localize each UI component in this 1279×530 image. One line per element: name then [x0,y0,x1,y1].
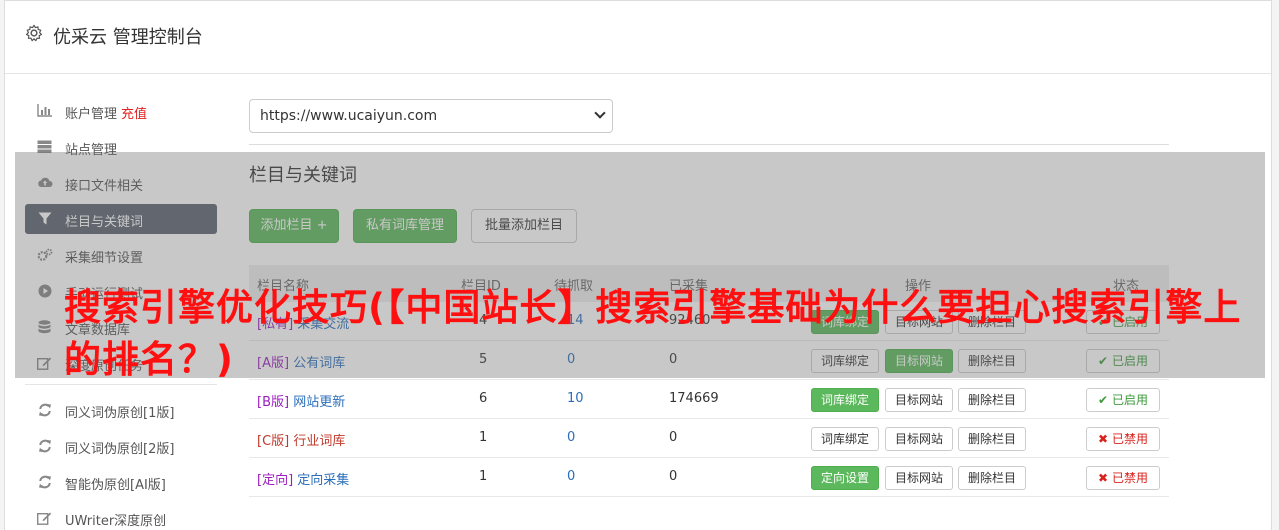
sidebar-item-label: UWriter深度原创 [65,514,167,529]
target-site-button[interactable]: 目标网站 [885,427,954,451]
table-row: [C版] 行业词库 1 0 0 词库绑定 目标网站 删除栏目 ✖ 已禁用 [249,419,1169,458]
delete-column-button[interactable]: 删除栏目 [958,427,1027,451]
pending-count[interactable]: 0 [567,469,575,484]
sidebar-item-label: 账户管理 [65,107,118,122]
site-select[interactable]: https://www.ucaiyun.com [249,99,613,133]
table-row: [定向] 定向采集 1 0 0 定向设置 目标网站 删除栏目 ✖ 已禁用 [249,458,1169,497]
status-toggle[interactable]: ✔ 已启用 [1086,388,1160,412]
column-id: 6 [479,391,488,406]
column-name-cell[interactable]: [B版] 网站更新 [257,391,345,410]
target-site-button[interactable]: 目标网站 [885,388,954,412]
column-id: 1 [479,469,488,484]
panel-header: 优采云 管理控制台 [5,1,1271,74]
pending-count[interactable]: 10 [567,391,584,406]
status-toggle[interactable]: ✖ 已禁用 [1086,427,1160,451]
status-label: 已禁用 [1111,471,1148,485]
check-icon: ✔ [1098,393,1109,407]
chevron-down-icon [594,107,606,119]
column-name-cell[interactable]: [定向] 定向采集 [257,469,349,488]
sidebar-item-synonym-v1[interactable]: 同义词伪原创[1版] [25,395,217,425]
column-name-cell[interactable]: [C版] 行业词库 [257,430,345,449]
status-label: 已启用 [1111,393,1148,407]
column-tag: [C版] [257,434,290,449]
page-title: 优采云 管理控制台 [53,27,203,48]
sidebar-item-synonym-v2[interactable]: 同义词伪原创[2版] [25,431,217,461]
divider [249,144,1169,145]
column-name: 行业词库 [293,434,346,449]
lexicon-bind-button[interactable]: 词库绑定 [811,388,880,412]
refresh-icon [37,403,52,417]
column-tag: [B版] [257,395,290,410]
recharge-link[interactable]: 充值 [121,107,147,122]
sidebar-item-label: 同义词伪原创[1版] [65,406,175,421]
delete-column-button[interactable]: 删除栏目 [958,466,1027,490]
refresh-icon [37,475,52,489]
close-icon: ✖ [1098,471,1109,485]
sidebar-item-uwriter[interactable]: UWriter深度原创 [25,503,217,530]
collected-count: 174669 [669,391,719,406]
column-name: 定向采集 [297,473,350,488]
lexicon-bind-button[interactable]: 词库绑定 [811,427,880,451]
sidebar-item-account[interactable]: 账户管理 充值 [25,96,217,126]
pending-count[interactable]: 0 [567,430,575,445]
headline-banner: 搜索引擎优化技巧(【中国站长】搜索引擎基础为什么要担心搜索引擎上的排名？) [64,286,1242,381]
site-select-value: https://www.ucaiyun.com [260,108,438,124]
target-site-button[interactable]: 目标网站 [885,466,954,490]
sidebar-item-label: 智能伪原创[AI版] [65,478,166,493]
lexicon-bind-button[interactable]: 定向设置 [811,466,880,490]
column-name: 网站更新 [293,395,346,410]
close-icon: ✖ [1098,432,1109,446]
refresh-icon [37,439,52,453]
bar-chart-icon [37,104,52,118]
collected-count: 0 [669,430,678,445]
column-id: 1 [479,430,488,445]
status-toggle[interactable]: ✖ 已禁用 [1086,466,1160,490]
sidebar-item-label: 同义词伪原创[2版] [65,442,175,457]
collected-count: 0 [669,469,678,484]
edit-icon [36,511,52,525]
column-tag: [定向] [257,473,294,488]
delete-column-button[interactable]: 删除栏目 [958,388,1027,412]
sidebar-item-ai-rewrite[interactable]: 智能伪原创[AI版] [25,467,217,497]
status-label: 已禁用 [1111,432,1148,446]
gear-icon [25,24,43,42]
